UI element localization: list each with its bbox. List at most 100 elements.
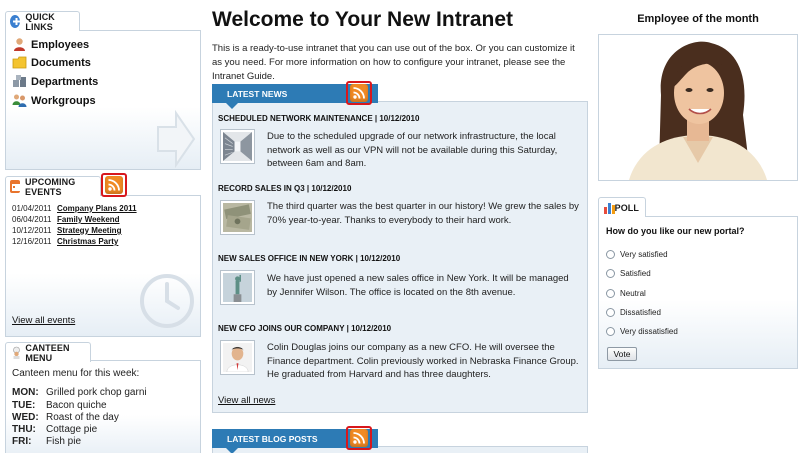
canteen-dish: Roast of the day <box>46 412 119 423</box>
event-row: 10/12/2011 Strategy Meeting <box>12 226 121 235</box>
event-link[interactable]: Family Weekend <box>57 215 120 224</box>
poll-option-label: Neutral <box>620 289 646 298</box>
event-link[interactable]: Company Plans 2011 <box>57 204 137 213</box>
latest-blog-tab-pointer <box>226 448 238 453</box>
employee-of-month-title: Employee of the month <box>637 13 759 25</box>
chef-icon <box>10 346 20 359</box>
user-icon <box>12 37 27 52</box>
canteen-row: THU: Cottage pie <box>12 424 97 435</box>
canteen-row: MON: Grilled pork chop garni <box>12 387 147 398</box>
canteen-dish: Cottage pie <box>46 424 98 435</box>
news-heading[interactable]: NEW SALES OFFICE IN NEW YORK | 10/12/201… <box>218 254 400 263</box>
event-date: 01/04/2011 <box>12 204 52 213</box>
radio-button[interactable] <box>606 269 615 278</box>
news-body: Due to the scheduled upgrade of our netw… <box>267 131 558 169</box>
quick-link-documents[interactable]: Documents <box>12 55 91 70</box>
poll-title: POLL <box>614 202 639 213</box>
poll-tab: POLL <box>598 197 646 217</box>
canteen-row: TUE: Bacon quiche <box>12 400 107 411</box>
event-date: 06/04/2011 <box>12 215 52 224</box>
upcoming-events-title: UPCOMING EVENTS <box>25 176 76 197</box>
woman-portrait-image-icon <box>599 35 797 180</box>
view-all-news-link[interactable]: View all news <box>218 395 275 406</box>
boxes-icon <box>12 74 27 89</box>
clock-watermark-icon <box>140 274 194 328</box>
news-heading[interactable]: RECORD SALES IN Q3 | 10/12/2010 <box>218 184 351 193</box>
news-body: The third quarter was the best quarter i… <box>267 201 579 226</box>
quick-links-icon <box>10 15 21 28</box>
poll-option[interactable]: Dissatisfied <box>606 308 661 317</box>
vote-button[interactable]: Vote <box>607 347 637 361</box>
poll-chart-icon <box>603 201 615 214</box>
quick-link-label: Documents <box>31 56 91 69</box>
poll-option[interactable]: Very dissatisfied <box>606 327 678 336</box>
news-heading[interactable]: SCHEDULED NETWORK MAINTENANCE | 10/12/20… <box>218 114 419 123</box>
employee-of-month-photo <box>598 34 798 181</box>
news-thumbnail <box>220 270 255 305</box>
quick-links-tab: QUICK LINKS <box>5 11 80 32</box>
canteen-dish: Grilled pork chop garni <box>46 387 147 398</box>
intro-text: This is a ready-to-use intranet that you… <box>212 43 575 82</box>
man-portrait-image-icon <box>223 343 252 373</box>
event-row: 06/04/2011 Family Weekend <box>12 215 120 224</box>
canteen-dish: Fish pie <box>46 436 82 447</box>
news-thumbnail <box>220 200 255 235</box>
radio-button[interactable] <box>606 308 615 317</box>
news-rss-icon[interactable] <box>350 84 368 102</box>
canteen-row: FRI: Fish pie <box>12 436 81 447</box>
canteen-title: CANTEEN MENU <box>25 342 70 363</box>
page-title: Welcome to Your New Intranet <box>212 8 514 31</box>
group-icon <box>12 93 27 108</box>
canteen-intro: Canteen menu for this week: <box>12 368 140 379</box>
radio-button[interactable] <box>606 289 615 298</box>
event-date: 10/12/2011 <box>12 226 52 235</box>
poll-option[interactable]: Very satisfied <box>606 250 668 259</box>
news-thumbnail <box>220 129 255 164</box>
folder-icon <box>12 55 27 70</box>
canteen-day: TUE: <box>12 400 36 411</box>
latest-news-title: LATEST NEWS <box>227 88 288 99</box>
canteen-day: FRI: <box>12 436 32 447</box>
news-thumbnail <box>220 340 255 375</box>
canteen-day: WED: <box>12 412 39 423</box>
events-rss-icon[interactable] <box>105 176 123 194</box>
poll-option-label: Satisfied <box>620 269 651 278</box>
event-link[interactable]: Christmas Party <box>57 237 118 246</box>
event-row: 12/16/2011 Christmas Party <box>12 237 118 246</box>
news-heading[interactable]: NEW CFO JOINS OUR COMPANY | 10/12/2010 <box>218 324 391 333</box>
server-room-image-icon <box>223 132 252 161</box>
radio-button[interactable] <box>606 327 615 336</box>
poll-option[interactable]: Satisfied <box>606 269 651 278</box>
canteen-dish: Bacon quiche <box>46 400 107 411</box>
event-row: 01/04/2011 Company Plans 2011 <box>12 204 137 213</box>
quick-link-label: Workgroups <box>31 94 96 107</box>
quick-link-departments[interactable]: Departments <box>12 74 98 89</box>
latest-news-tab-pointer <box>226 103 238 109</box>
poll-option-label: Dissatisfied <box>620 308 661 317</box>
quick-links-title: QUICK LINKS <box>25 11 55 32</box>
quick-link-label: Departments <box>31 75 99 88</box>
quick-link-employees[interactable]: Employees <box>12 37 89 52</box>
statue-of-liberty-image-icon <box>223 273 252 302</box>
canteen-row: WED: Roast of the day <box>12 412 119 423</box>
event-date: 12/16/2011 <box>12 237 52 246</box>
blog-rss-icon[interactable] <box>350 429 368 447</box>
event-link[interactable]: Strategy Meeting <box>57 226 121 235</box>
canteen-day: MON: <box>12 387 39 398</box>
upcoming-events-tab: UPCOMING EVENTS <box>5 176 101 197</box>
money-image-icon <box>223 203 252 232</box>
poll-option-label: Very satisfied <box>620 250 668 259</box>
poll-option[interactable]: Neutral <box>606 289 646 298</box>
canteen-tab: CANTEEN MENU <box>5 342 91 363</box>
poll-option-label: Very dissatisfied <box>620 327 678 336</box>
quick-link-label: Employees <box>31 38 90 51</box>
poll-question: How do you like our new portal? <box>606 226 745 236</box>
calendar-icon <box>10 180 21 193</box>
quick-link-workgroups[interactable]: Workgroups <box>12 93 96 108</box>
latest-blog-posts-title: LATEST BLOG POSTS <box>227 433 318 444</box>
canteen-day: THU: <box>12 424 36 435</box>
news-body: Colin Douglas joins our company as a new… <box>267 342 579 380</box>
radio-button[interactable] <box>606 250 615 259</box>
view-all-events-link[interactable]: View all events <box>12 315 75 326</box>
arrow-watermark-icon <box>157 109 196 169</box>
